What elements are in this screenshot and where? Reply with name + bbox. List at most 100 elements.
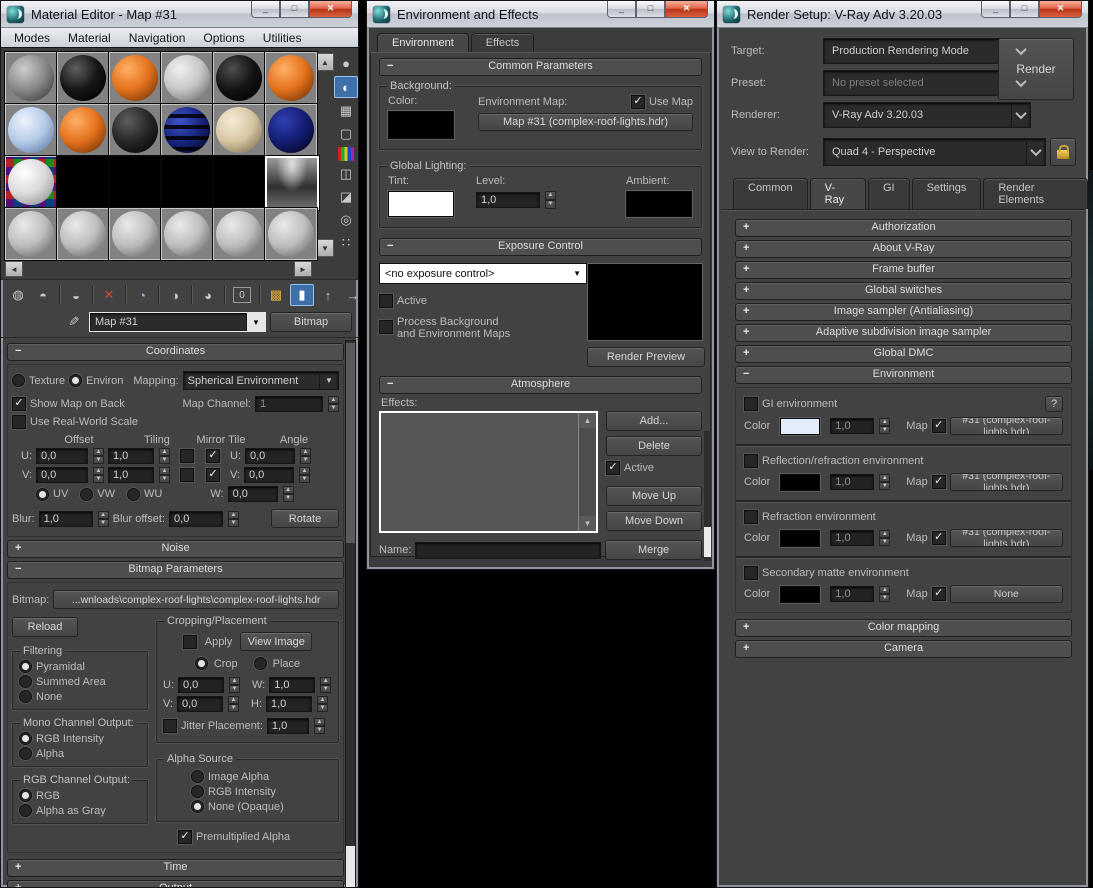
show-background-icon[interactable]: ▮: [290, 284, 314, 306]
map-checkbox[interactable]: ✓: [932, 475, 946, 489]
effects-scroll-down-icon[interactable]: ▼: [579, 516, 596, 531]
mapping-dropdown[interactable]: Spherical Environment ▼: [183, 371, 339, 390]
blur-field[interactable]: 1,0: [39, 511, 93, 527]
material-slot[interactable]: [57, 52, 109, 104]
get-material-icon[interactable]: ◍: [7, 285, 29, 305]
put-material-to-scene-icon[interactable]: ◓: [32, 285, 54, 305]
rgb-output-alpha-as-gray-radio[interactable]: [19, 804, 32, 817]
level-field[interactable]: 1,0: [476, 192, 540, 208]
render-setup-titlebar[interactable]: Render Setup: V-Ray Adv 3.20.03 _ □ ✕: [717, 1, 1088, 28]
mapping-dropdown-arrow-icon[interactable]: ▼: [319, 372, 338, 389]
exposure-active-checkbox[interactable]: [379, 294, 393, 308]
rollout-global-switches[interactable]: +Global switches: [735, 282, 1072, 300]
material-name-dropdown[interactable]: Map #31 ▼: [89, 312, 266, 332]
material-slot[interactable]: [57, 104, 109, 156]
move-down-button[interactable]: Move Down: [606, 511, 702, 531]
environment-map-button[interactable]: Map #31 (complex-roof-lights.hdr): [478, 113, 693, 131]
make-unique-icon[interactable]: ◑: [164, 285, 186, 305]
material-slot[interactable]: [213, 208, 265, 260]
jitter-placement-checkbox[interactable]: [163, 719, 177, 733]
tab-v-ray[interactable]: V-Ray: [810, 178, 866, 209]
map-slot-button[interactable]: #31 (complex-roof-lights.hdr): [950, 473, 1063, 491]
angle-w-spinner[interactable]: ▲▼: [283, 486, 294, 502]
use-real-world-scale-checkbox[interactable]: [12, 415, 26, 429]
material-slot-empty[interactable]: [57, 156, 109, 208]
offset-v-field[interactable]: 0,0: [36, 467, 88, 483]
add-effect-button[interactable]: Add...: [606, 411, 702, 431]
map-slot-button[interactable]: None: [950, 585, 1063, 603]
renderer-dropdown[interactable]: V-Ray Adv 3.20.03: [823, 102, 1031, 128]
environment-effects-titlebar[interactable]: Environment and Effects _ □ ✕: [367, 1, 714, 28]
video-color-check-icon[interactable]: [338, 147, 354, 161]
parameters-scrollbar[interactable]: [345, 340, 356, 888]
map-checkbox[interactable]: ✓: [932, 531, 946, 545]
reload-button[interactable]: Reload: [12, 617, 78, 637]
material-slot-hdr-preview[interactable]: [265, 156, 319, 210]
bitmap-path-button[interactable]: ...wnloads\complex-roof-lights\complex-r…: [53, 590, 339, 609]
texture-radio[interactable]: [12, 374, 25, 387]
checkbox-refraction-environment[interactable]: [744, 510, 758, 524]
minimize-button[interactable]: _: [251, 1, 280, 18]
vw-radio[interactable]: [80, 488, 93, 501]
angle-v-spinner[interactable]: ▲▼: [299, 467, 310, 483]
menu-material[interactable]: Material: [59, 31, 120, 45]
put-to-library-icon[interactable]: ◕: [197, 285, 219, 305]
rollout-atmosphere[interactable]: −Atmosphere: [379, 376, 702, 394]
material-id-channel-icon[interactable]: 0: [233, 287, 251, 303]
rollout-exposure-control[interactable]: −Exposure Control: [379, 238, 702, 256]
premultiplied-alpha-checkbox[interactable]: ✓: [178, 830, 192, 844]
checkbox-secondary-matte-environment[interactable]: [744, 566, 758, 580]
alpha-none-opaque-radio[interactable]: [191, 800, 204, 813]
alpha-rgb-intensity-radio[interactable]: [191, 785, 204, 798]
maximize-button[interactable]: □: [636, 1, 665, 18]
make-material-copy-icon[interactable]: ◔: [131, 285, 153, 305]
mono-rgb-intensity-radio[interactable]: [19, 732, 32, 745]
menu-modes[interactable]: Modes: [5, 31, 59, 45]
alpha-image-alpha-radio[interactable]: [191, 770, 204, 783]
show-shaded-material-icon[interactable]: ▩: [265, 285, 287, 305]
map-checkbox[interactable]: ✓: [932, 587, 946, 601]
material-slot[interactable]: [5, 104, 57, 156]
filtering-summed-area-radio[interactable]: [19, 675, 32, 688]
tab-common[interactable]: Common: [733, 178, 808, 209]
tab-effects[interactable]: Effects: [471, 33, 534, 52]
angle-v-field[interactable]: 0,0: [244, 467, 294, 483]
crop-u-spinner[interactable]: ▲▼: [229, 677, 240, 693]
rollout-about-v-ray[interactable]: +About V-Ray: [735, 240, 1072, 258]
blur-offset-spinner[interactable]: ▲▼: [228, 511, 239, 527]
mirror-u-checkbox[interactable]: [180, 449, 194, 463]
background-checker-icon[interactable]: ▦: [335, 101, 357, 121]
select-by-material-icon[interactable]: ◎: [335, 210, 357, 230]
move-up-button[interactable]: Move Up: [606, 486, 702, 506]
environ-radio[interactable]: [69, 374, 82, 387]
environment-window-scrollbar[interactable]: [704, 431, 711, 561]
crop-u-field[interactable]: 0,0: [178, 677, 224, 693]
render-button[interactable]: Render: [998, 38, 1074, 100]
material-slot[interactable]: [109, 52, 161, 104]
multiplier-field[interactable]: 1,0: [830, 586, 874, 602]
rgb-output-rgb-radio[interactable]: [19, 789, 32, 802]
sample-type-sphere-icon[interactable]: ●: [335, 53, 357, 73]
angle-u-field[interactable]: 0,0: [245, 448, 295, 464]
multiplier-field[interactable]: 1,0: [830, 418, 874, 434]
rollout-environment[interactable]: −Environment: [735, 366, 1072, 384]
close-button[interactable]: ✕: [665, 1, 708, 18]
rollout-image-sampler-antialiasing-[interactable]: +Image sampler (Antialiasing): [735, 303, 1072, 321]
rollout-coordinates[interactable]: −Coordinates: [7, 343, 344, 361]
crop-radio[interactable]: [195, 657, 208, 670]
palette-scroll-down-icon[interactable]: ▼: [316, 239, 334, 257]
mono-alpha-radio[interactable]: [19, 747, 32, 760]
material-map-navigator-icon[interactable]: ∷: [335, 233, 357, 253]
blur-offset-field[interactable]: 0,0: [169, 511, 223, 527]
effects-listbox[interactable]: ▲ ▼: [379, 411, 598, 533]
offset-v-spinner[interactable]: ▲▼: [93, 467, 104, 483]
tab-environment[interactable]: Environment: [377, 33, 469, 52]
crop-h-field[interactable]: 1,0: [266, 696, 312, 712]
tile-v-checkbox[interactable]: ✓: [206, 468, 220, 482]
multiplier-spinner[interactable]: ▲▼: [879, 530, 890, 546]
multiplier-field[interactable]: 1,0: [830, 474, 874, 490]
rotate-button[interactable]: Rotate: [271, 509, 339, 528]
mirror-v-checkbox[interactable]: [180, 468, 194, 482]
map-slot-button[interactable]: #31 (complex-roof-lights.hdr): [950, 529, 1063, 547]
exposure-control-dropdown[interactable]: <no exposure control> ▼: [379, 263, 587, 284]
